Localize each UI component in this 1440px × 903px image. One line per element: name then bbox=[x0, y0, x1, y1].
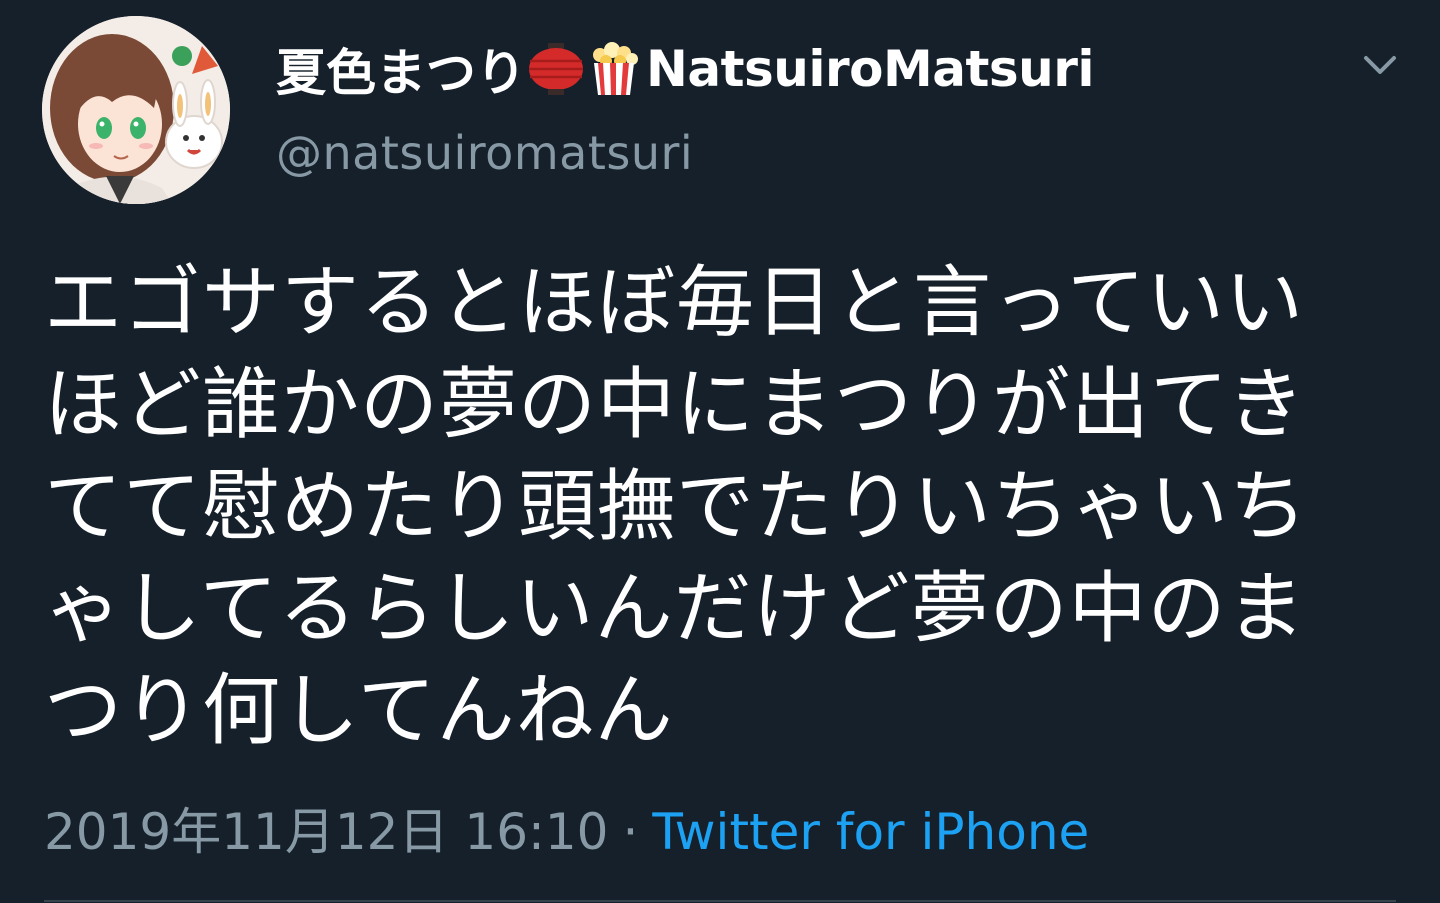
avatar-image bbox=[42, 16, 230, 204]
meta-separator: · bbox=[622, 803, 639, 861]
tweet-timestamp[interactable]: 2019年11月12日 16:10 bbox=[44, 792, 608, 864]
tweet-source-link[interactable]: Twitter for iPhone bbox=[652, 803, 1089, 861]
popcorn-emoji bbox=[586, 41, 642, 97]
divider bbox=[44, 900, 1396, 902]
tweet-detail: 夏色まつり NatsuiroMatsuri @natsuiromatsuri エ… bbox=[0, 0, 1440, 903]
tweet-text: エゴサするとほぼ毎日と言っていいほど誰かの夢の中にまつりが出てきてて慰めたり頭撫… bbox=[44, 258, 1309, 756]
user-handle[interactable]: @natsuiromatsuri bbox=[276, 126, 693, 180]
tweet-meta: 2019年11月12日 16:10 · Twitter for iPhone bbox=[44, 792, 1089, 864]
display-name-en: NatsuiroMatsuri bbox=[646, 40, 1095, 98]
chevron-down-icon[interactable] bbox=[1352, 46, 1408, 86]
display-name-ja: 夏色まつり bbox=[276, 44, 526, 102]
display-name[interactable]: 夏色まつり NatsuiroMatsuri bbox=[276, 34, 1095, 104]
avatar[interactable] bbox=[42, 16, 230, 204]
red-lantern-emoji bbox=[528, 41, 584, 97]
